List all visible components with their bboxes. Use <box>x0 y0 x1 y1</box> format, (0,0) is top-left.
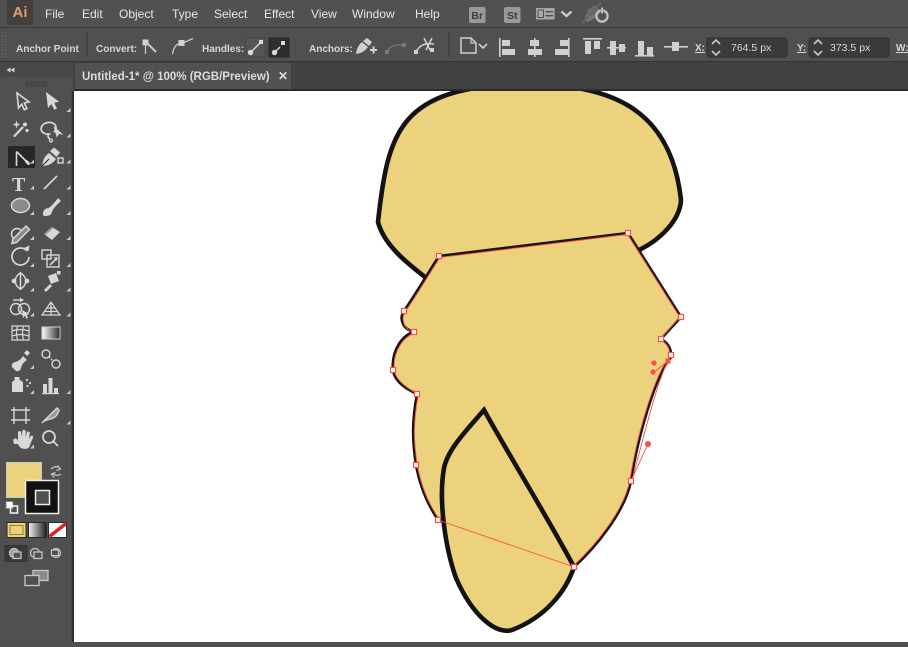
svg-text:Br: Br <box>471 10 483 22</box>
svg-text:373.5 px: 373.5 px <box>830 42 871 54</box>
svg-text:Anchors:: Anchors: <box>309 44 353 55</box>
svg-text:X:: X: <box>695 43 705 54</box>
svg-text:T: T <box>12 174 26 196</box>
svg-text:Anchor Point: Anchor Point <box>16 44 79 55</box>
svg-text:Convert:: Convert: <box>96 44 137 55</box>
svg-text:St: St <box>507 10 518 22</box>
svg-text:W:: W: <box>896 43 908 54</box>
svg-text:764.5 px: 764.5 px <box>731 42 772 54</box>
svg-text:Handles:: Handles: <box>202 44 244 55</box>
svg-text:Y:: Y: <box>797 43 806 54</box>
